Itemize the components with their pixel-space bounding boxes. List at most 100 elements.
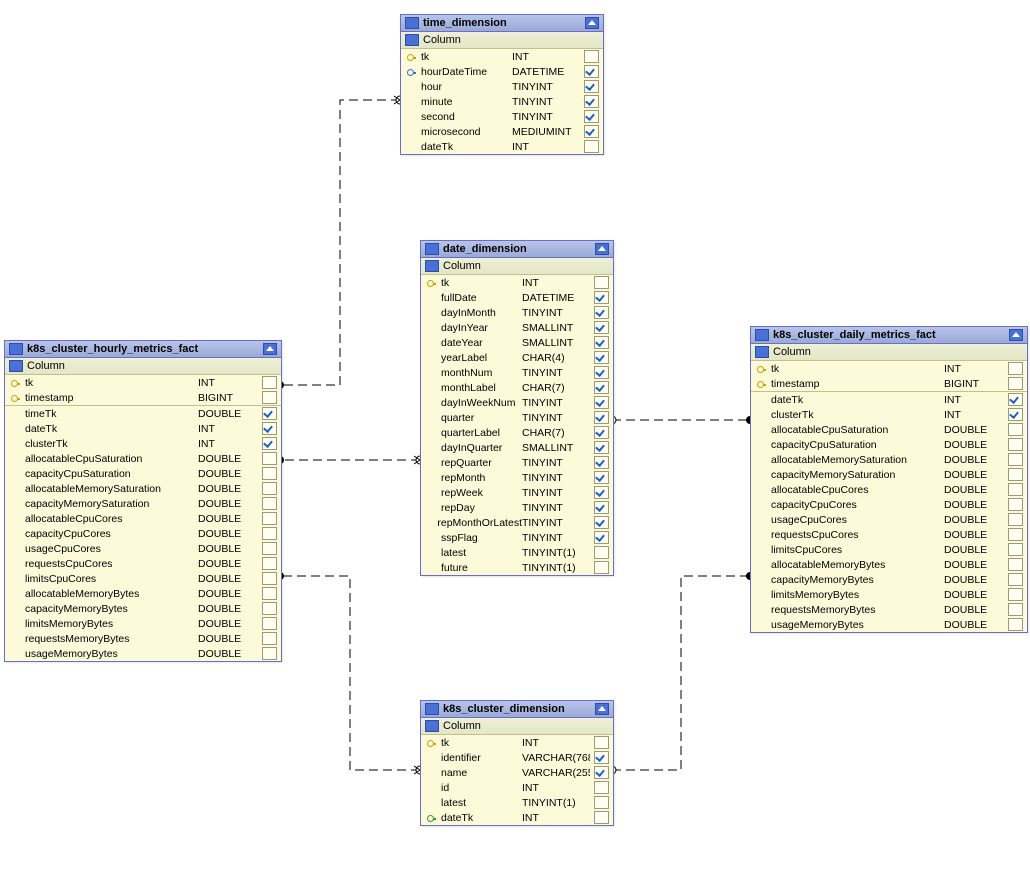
column-row[interactable]: limitsMemoryBytesDOUBLE bbox=[751, 587, 1027, 602]
column-row[interactable]: yearLabelCHAR(4) bbox=[421, 350, 613, 365]
column-row[interactable]: fullDateDATETIME bbox=[421, 290, 613, 305]
not-null-checkbox[interactable] bbox=[594, 751, 609, 764]
not-null-checkbox[interactable] bbox=[594, 486, 609, 499]
column-row[interactable]: tkINT bbox=[421, 735, 613, 750]
collapse-icon[interactable] bbox=[595, 243, 609, 255]
column-row[interactable]: capacityMemorySaturationDOUBLE bbox=[5, 496, 281, 511]
not-null-checkbox[interactable] bbox=[1008, 618, 1023, 631]
column-row[interactable]: allocatableCpuCoresDOUBLE bbox=[5, 511, 281, 526]
not-null-checkbox[interactable] bbox=[262, 437, 277, 450]
not-null-checkbox[interactable] bbox=[594, 396, 609, 409]
not-null-checkbox[interactable] bbox=[262, 632, 277, 645]
not-null-checkbox[interactable] bbox=[1008, 483, 1023, 496]
column-row[interactable]: latestTINYINT(1) bbox=[421, 545, 613, 560]
entity-k8s_cluster_dimension[interactable]: k8s_cluster_dimensionColumntkINTidentifi… bbox=[420, 700, 614, 826]
column-row[interactable]: timeTkDOUBLE bbox=[5, 405, 281, 421]
collapse-icon[interactable] bbox=[585, 17, 599, 29]
column-row[interactable]: hourDateTimeDATETIME bbox=[401, 64, 603, 79]
column-row[interactable]: allocatableCpuCoresDOUBLE bbox=[751, 482, 1027, 497]
column-row[interactable]: repWeekTINYINT bbox=[421, 485, 613, 500]
not-null-checkbox[interactable] bbox=[594, 381, 609, 394]
column-row[interactable]: dayInWeekNumTINYINT bbox=[421, 395, 613, 410]
not-null-checkbox[interactable] bbox=[262, 557, 277, 570]
column-row[interactable]: latestTINYINT(1) bbox=[421, 795, 613, 810]
column-row[interactable]: requestsCpuCoresDOUBLE bbox=[751, 527, 1027, 542]
column-row[interactable]: allocatableCpuSaturationDOUBLE bbox=[5, 451, 281, 466]
not-null-checkbox[interactable] bbox=[594, 276, 609, 289]
not-null-checkbox[interactable] bbox=[594, 441, 609, 454]
column-row[interactable]: dateYearSMALLINT bbox=[421, 335, 613, 350]
column-row[interactable]: repQuarterTINYINT bbox=[421, 455, 613, 470]
not-null-checkbox[interactable] bbox=[594, 546, 609, 559]
not-null-checkbox[interactable] bbox=[262, 617, 277, 630]
column-row[interactable]: futureTINYINT(1) bbox=[421, 560, 613, 575]
not-null-checkbox[interactable] bbox=[262, 482, 277, 495]
column-row[interactable]: requestsCpuCoresDOUBLE bbox=[5, 556, 281, 571]
not-null-checkbox[interactable] bbox=[594, 306, 609, 319]
not-null-checkbox[interactable] bbox=[594, 471, 609, 484]
not-null-checkbox[interactable] bbox=[262, 602, 277, 615]
not-null-checkbox[interactable] bbox=[262, 422, 277, 435]
not-null-checkbox[interactable] bbox=[262, 647, 277, 660]
collapse-icon[interactable] bbox=[595, 703, 609, 715]
column-row[interactable]: sspFlagTINYINT bbox=[421, 530, 613, 545]
not-null-checkbox[interactable] bbox=[262, 542, 277, 555]
not-null-checkbox[interactable] bbox=[262, 376, 277, 389]
column-row[interactable]: capacityCpuCoresDOUBLE bbox=[5, 526, 281, 541]
not-null-checkbox[interactable] bbox=[584, 95, 599, 108]
not-null-checkbox[interactable] bbox=[262, 587, 277, 600]
not-null-checkbox[interactable] bbox=[1008, 438, 1023, 451]
column-row[interactable]: usageCpuCoresDOUBLE bbox=[751, 512, 1027, 527]
not-null-checkbox[interactable] bbox=[594, 501, 609, 514]
not-null-checkbox[interactable] bbox=[1008, 528, 1023, 541]
not-null-checkbox[interactable] bbox=[262, 407, 277, 420]
column-row[interactable]: capacityMemoryBytesDOUBLE bbox=[751, 572, 1027, 587]
column-row[interactable]: secondTINYINT bbox=[401, 109, 603, 124]
column-row[interactable]: usageMemoryBytesDOUBLE bbox=[5, 646, 281, 661]
column-row[interactable]: tkINT bbox=[401, 49, 603, 64]
entity-time_dimension[interactable]: time_dimensionColumntkINThourDateTimeDAT… bbox=[400, 14, 604, 155]
entity-title[interactable]: k8s_cluster_daily_metrics_fact bbox=[751, 327, 1027, 344]
not-null-checkbox[interactable] bbox=[584, 140, 599, 153]
column-row[interactable]: minuteTINYINT bbox=[401, 94, 603, 109]
entity-title[interactable]: k8s_cluster_hourly_metrics_fact bbox=[5, 341, 281, 358]
column-row[interactable]: requestsMemoryBytesDOUBLE bbox=[751, 602, 1027, 617]
not-null-checkbox[interactable] bbox=[262, 452, 277, 465]
not-null-checkbox[interactable] bbox=[594, 411, 609, 424]
not-null-checkbox[interactable] bbox=[594, 766, 609, 779]
column-row[interactable]: dateTkINT bbox=[421, 810, 613, 825]
collapse-icon[interactable] bbox=[263, 343, 277, 355]
collapse-icon[interactable] bbox=[1009, 329, 1023, 341]
not-null-checkbox[interactable] bbox=[262, 512, 277, 525]
column-row[interactable]: clusterTkINT bbox=[751, 407, 1027, 422]
column-row[interactable]: dayInQuarterSMALLINT bbox=[421, 440, 613, 455]
not-null-checkbox[interactable] bbox=[1008, 498, 1023, 511]
not-null-checkbox[interactable] bbox=[594, 351, 609, 364]
not-null-checkbox[interactable] bbox=[594, 516, 609, 529]
not-null-checkbox[interactable] bbox=[594, 531, 609, 544]
column-row[interactable]: monthLabelCHAR(7) bbox=[421, 380, 613, 395]
column-row[interactable]: microsecondMEDIUMINT bbox=[401, 124, 603, 139]
not-null-checkbox[interactable] bbox=[594, 456, 609, 469]
not-null-checkbox[interactable] bbox=[594, 561, 609, 574]
column-row[interactable]: capacityCpuSaturationDOUBLE bbox=[751, 437, 1027, 452]
column-row[interactable]: tkINT bbox=[751, 361, 1027, 376]
not-null-checkbox[interactable] bbox=[262, 572, 277, 585]
entity-title[interactable]: date_dimension bbox=[421, 241, 613, 258]
not-null-checkbox[interactable] bbox=[262, 391, 277, 404]
column-row[interactable]: quarterLabelCHAR(7) bbox=[421, 425, 613, 440]
not-null-checkbox[interactable] bbox=[1008, 543, 1023, 556]
entity-hourly_fact[interactable]: k8s_cluster_hourly_metrics_factColumntkI… bbox=[4, 340, 282, 662]
column-row[interactable]: monthNumTINYINT bbox=[421, 365, 613, 380]
not-null-checkbox[interactable] bbox=[594, 321, 609, 334]
column-row[interactable]: idINT bbox=[421, 780, 613, 795]
column-row[interactable]: capacityMemoryBytesDOUBLE bbox=[5, 601, 281, 616]
column-row[interactable]: hourTINYINT bbox=[401, 79, 603, 94]
column-row[interactable]: dayInMonthTINYINT bbox=[421, 305, 613, 320]
entity-title[interactable]: k8s_cluster_dimension bbox=[421, 701, 613, 718]
not-null-checkbox[interactable] bbox=[1008, 603, 1023, 616]
column-row[interactable]: dateTkINT bbox=[5, 421, 281, 436]
column-row[interactable]: allocatableCpuSaturationDOUBLE bbox=[751, 422, 1027, 437]
not-null-checkbox[interactable] bbox=[1008, 468, 1023, 481]
column-row[interactable]: limitsCpuCoresDOUBLE bbox=[5, 571, 281, 586]
